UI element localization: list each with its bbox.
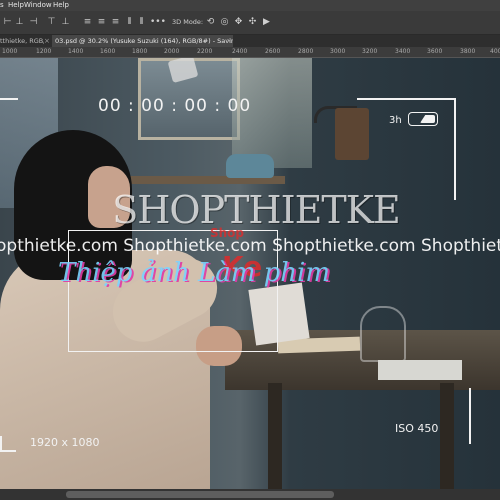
ruler-label: 3600	[427, 48, 443, 55]
ruler-label: 2200	[197, 48, 213, 55]
menu-item-window[interactable]: Window	[24, 0, 52, 11]
video-camera-icon[interactable]: ▶	[261, 16, 272, 28]
ruler-label: 2800	[298, 48, 314, 55]
tab-close-icon[interactable]: ×	[44, 35, 50, 47]
align-left-icon[interactable]: ⊢	[2, 16, 13, 28]
align-top-icon[interactable]: ⊤	[46, 16, 57, 28]
horizontal-ruler: 1000 1200 1400 1600 1800 2000 2200 2400 …	[0, 47, 500, 58]
more-options-icon[interactable]: •••	[150, 16, 166, 28]
frame-corner-top-left	[0, 98, 18, 118]
ruler-label: 1200	[36, 48, 52, 55]
document-canvas[interactable]: 00 : 00 : 00 : 00 3h SHOPTHIETKE opthiet…	[0, 58, 500, 489]
menu-item-help[interactable]: Help	[53, 0, 69, 11]
camera-overlay: 00 : 00 : 00 : 00 3h SHOPTHIETKE opthiet…	[0, 58, 500, 489]
ruler-label: 1000	[2, 48, 18, 55]
tab-shopthietke[interactable]: tthietke, RGB/8#)	[0, 35, 44, 47]
options-bar: ⊢ ⊥ ⊣ ⊤ ⊥ ≡ ≡ ≡ ⦀ ⦀ ••• 3D Mode: ⟲ ◎ ✥ ✣…	[0, 11, 500, 35]
resolution-label: 1920 x 1080	[30, 436, 100, 449]
distribute-center-icon[interactable]: ≡	[96, 16, 107, 28]
ruler-label: 3000	[330, 48, 346, 55]
logo-text-top: Shop	[210, 226, 245, 240]
battery-level	[420, 115, 435, 123]
iso-label: ISO 450	[395, 422, 439, 435]
pan-3d-icon[interactable]: ✥	[233, 16, 244, 28]
scrollbar-thumb[interactable]	[66, 491, 334, 498]
document-tab-bar: tthietke, RGB/8#) × 03.psd @ 30.2% (Yusu…	[0, 35, 500, 47]
ruler-label: 2000	[164, 48, 180, 55]
tagline-script: Thiệp ảnh Làm phim	[58, 258, 330, 288]
battery-icon	[408, 112, 438, 126]
slide-3d-icon[interactable]: ✣	[247, 16, 258, 28]
ruler-label: 2600	[265, 48, 281, 55]
ruler-label: 3400	[395, 48, 411, 55]
align-bottom-icon[interactable]: ⊥	[60, 16, 71, 28]
menu-item-edit[interactable]: s	[0, 0, 4, 11]
distribute-bottom-icon[interactable]: ≡	[110, 16, 121, 28]
frame-corner-bottom-left	[0, 436, 16, 452]
battery-hours: 3h	[389, 115, 402, 126]
frame-corner-bottom-right	[455, 388, 471, 444]
ruler-label: 1600	[100, 48, 116, 55]
ruler-label: 3800	[460, 48, 476, 55]
timecode: 00 : 00 : 00 : 00	[98, 96, 252, 116]
ruler-label: 3200	[362, 48, 378, 55]
3d-mode-label: 3D Mode:	[172, 18, 204, 26]
ruler-label: 4000	[490, 48, 500, 55]
align-right-icon[interactable]: ⊣	[28, 16, 39, 28]
ruler-label: 2400	[232, 48, 248, 55]
ruler-label: 1800	[132, 48, 148, 55]
rotate-3d-icon[interactable]: ⟲	[205, 16, 216, 28]
tab-03-psd[interactable]: 03.psd @ 30.2% (Yusuke Suzuki (164), RGB…	[52, 35, 233, 47]
distribute-left-icon[interactable]: ⦀	[124, 16, 135, 28]
menu-item-help-partial[interactable]: Help	[8, 0, 24, 11]
distribute-top-icon[interactable]: ≡	[82, 16, 93, 28]
tab-close-icon[interactable]: ×	[226, 35, 232, 47]
ruler-label: 1400	[68, 48, 84, 55]
frame-corner-top-right	[357, 98, 456, 200]
horizontal-scrollbar[interactable]	[0, 489, 500, 500]
distribute-right-icon[interactable]: ⦀	[136, 16, 147, 28]
roll-3d-icon[interactable]: ◎	[219, 16, 230, 28]
menu-bar: s Help Window Help	[0, 0, 500, 11]
align-center-icon[interactable]: ⊥	[14, 16, 25, 28]
